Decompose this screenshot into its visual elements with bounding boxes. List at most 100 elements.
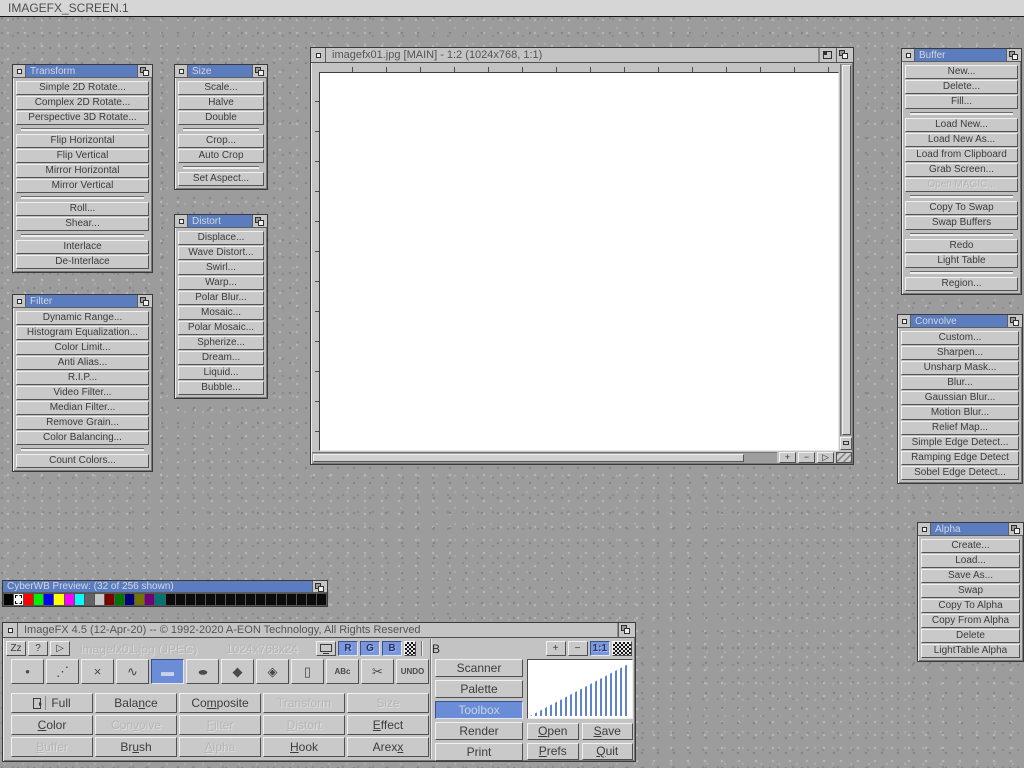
panel-button[interactable]: Set Aspect...: [178, 172, 264, 186]
close-gadget[interactable]: [918, 523, 931, 535]
panel-button[interactable]: Open MAGIC...: [905, 178, 1018, 192]
panel-button[interactable]: Color Balancing...: [16, 431, 149, 445]
open-button[interactable]: Open: [527, 723, 579, 740]
panel-button[interactable]: Sharpen...: [901, 346, 1019, 360]
panel-button[interactable]: Region...: [905, 277, 1018, 291]
color-swatch[interactable]: [317, 594, 326, 605]
text-tool[interactable]: ABc: [326, 659, 359, 684]
color-swatch[interactable]: [246, 594, 255, 605]
panel-button[interactable]: Halve: [178, 96, 264, 110]
balance-button[interactable]: Balance: [95, 693, 177, 713]
color-swatch[interactable]: [95, 594, 104, 605]
close-gadget[interactable]: [175, 65, 188, 77]
panel-button[interactable]: Custom...: [901, 331, 1019, 345]
panel-button[interactable]: Double: [178, 111, 264, 125]
panel-button[interactable]: Auto Crop: [178, 149, 264, 163]
color-swatch[interactable]: [125, 594, 134, 605]
arexx-button[interactable]: Arexx: [347, 737, 429, 757]
color-swatch[interactable]: [14, 594, 23, 605]
color-swatch[interactable]: [287, 594, 296, 605]
color-swatch[interactable]: [297, 594, 306, 605]
panel-button[interactable]: Copy To Swap: [905, 201, 1018, 215]
zoom-gadget[interactable]: [819, 48, 836, 62]
scanner-button[interactable]: Scanner: [435, 659, 523, 677]
panel-button[interactable]: Perspective 3D Rotate...: [16, 111, 149, 125]
close-gadget[interactable]: [902, 49, 915, 61]
color-swatch[interactable]: [196, 594, 205, 605]
size-button[interactable]: Size: [347, 693, 429, 713]
render-button[interactable]: Render: [435, 722, 523, 740]
panel-button[interactable]: Simple 2D Rotate...: [16, 81, 149, 95]
scrollbar-knob[interactable]: [313, 454, 744, 462]
panel-button[interactable]: Color Limit...: [16, 341, 149, 355]
color-swatch[interactable]: [105, 594, 114, 605]
panel-button[interactable]: Shear...: [16, 217, 149, 231]
panel-button[interactable]: Spherize...: [178, 336, 264, 350]
color-swatch[interactable]: [266, 594, 275, 605]
panel-button[interactable]: Unsharp Mask...: [901, 361, 1019, 375]
color-swatch[interactable]: [206, 594, 215, 605]
panel-button[interactable]: Remove Grain...: [16, 416, 149, 430]
transform-button[interactable]: Transform: [263, 693, 345, 713]
convolve-button[interactable]: Convolve: [95, 715, 177, 735]
blue-channel-toggle[interactable]: B: [382, 641, 402, 656]
color-swatch[interactable]: [216, 594, 225, 605]
panel-button[interactable]: Flip Horizontal: [16, 134, 149, 148]
panel-button[interactable]: Copy From Alpha: [921, 614, 1020, 628]
panel-button[interactable]: Load from Clipboard: [905, 148, 1018, 162]
panel-button[interactable]: Anti Alias...: [16, 356, 149, 370]
full-button[interactable]: Full: [11, 693, 93, 713]
panel-button[interactable]: Mirror Horizontal: [16, 164, 149, 178]
image-canvas[interactable]: [319, 72, 839, 451]
buffer-button[interactable]: Buffer: [11, 737, 93, 757]
palette-button[interactable]: Palette: [435, 680, 523, 698]
close-gadget[interactable]: [13, 295, 26, 307]
panel-button[interactable]: Create...: [921, 539, 1020, 553]
color-swatch[interactable]: [135, 594, 144, 605]
panel-button[interactable]: Dynamic Range...: [16, 311, 149, 325]
color-swatch[interactable]: [236, 594, 245, 605]
save-button[interactable]: Save: [582, 723, 634, 740]
panel-button[interactable]: Roll...: [16, 202, 149, 216]
color-swatch[interactable]: [24, 594, 33, 605]
color-swatch[interactable]: [115, 594, 124, 605]
depth-gadget[interactable]: [252, 215, 267, 227]
panel-button[interactable]: Interlace: [16, 240, 149, 254]
depth-gadget[interactable]: [1006, 49, 1021, 61]
scrollbar-knob[interactable]: [842, 65, 851, 435]
close-gadget[interactable]: [898, 315, 911, 327]
titlebar[interactable]: ImageFX 4.5 (12-Apr-20) -- © 1992-2020 A…: [3, 623, 635, 638]
color-swatch[interactable]: [85, 594, 94, 605]
panel-button[interactable]: Polar Mosaic...: [178, 321, 264, 335]
color-swatch[interactable]: [75, 594, 84, 605]
panel-button[interactable]: Swap: [921, 584, 1020, 598]
panel-button[interactable]: Mosaic...: [178, 306, 264, 320]
red-channel-toggle[interactable]: R: [338, 641, 358, 656]
panel-button[interactable]: Warp...: [178, 276, 264, 290]
panel-button[interactable]: R.I.P...: [16, 371, 149, 385]
help-button[interactable]: ?: [28, 641, 48, 656]
composite-button[interactable]: Composite: [179, 693, 261, 713]
panel-button[interactable]: Relief Map...: [901, 421, 1019, 435]
panel-button[interactable]: Copy To Alpha: [921, 599, 1020, 613]
run-button[interactable]: ▷: [50, 641, 70, 656]
color-swatch[interactable]: [4, 594, 13, 605]
depth-gadget[interactable]: [137, 65, 152, 77]
quit-button[interactable]: Quit: [582, 743, 634, 760]
depth-gadget[interactable]: [1007, 315, 1022, 327]
color-swatch[interactable]: [65, 594, 74, 605]
box-tool[interactable]: ▬: [151, 659, 184, 684]
zoom-out-gadget[interactable]: −: [798, 452, 815, 463]
iconify-button[interactable]: Zz: [6, 641, 26, 656]
color-swatch[interactable]: [44, 594, 53, 605]
panel-button[interactable]: Motion Blur...: [901, 406, 1019, 420]
panel-button[interactable]: New...: [905, 65, 1018, 79]
distort-button[interactable]: Distort: [263, 715, 345, 735]
fill-oval-tool[interactable]: ◆: [221, 659, 254, 684]
vertical-scrollbar[interactable]: [840, 64, 852, 436]
panel-button[interactable]: Delete...: [905, 80, 1018, 94]
brush-button[interactable]: Brush: [95, 737, 177, 757]
color-button[interactable]: Color: [11, 715, 93, 735]
panel-button[interactable]: Histogram Equalization...: [16, 326, 149, 340]
panel-button[interactable]: Grab Screen...: [905, 163, 1018, 177]
